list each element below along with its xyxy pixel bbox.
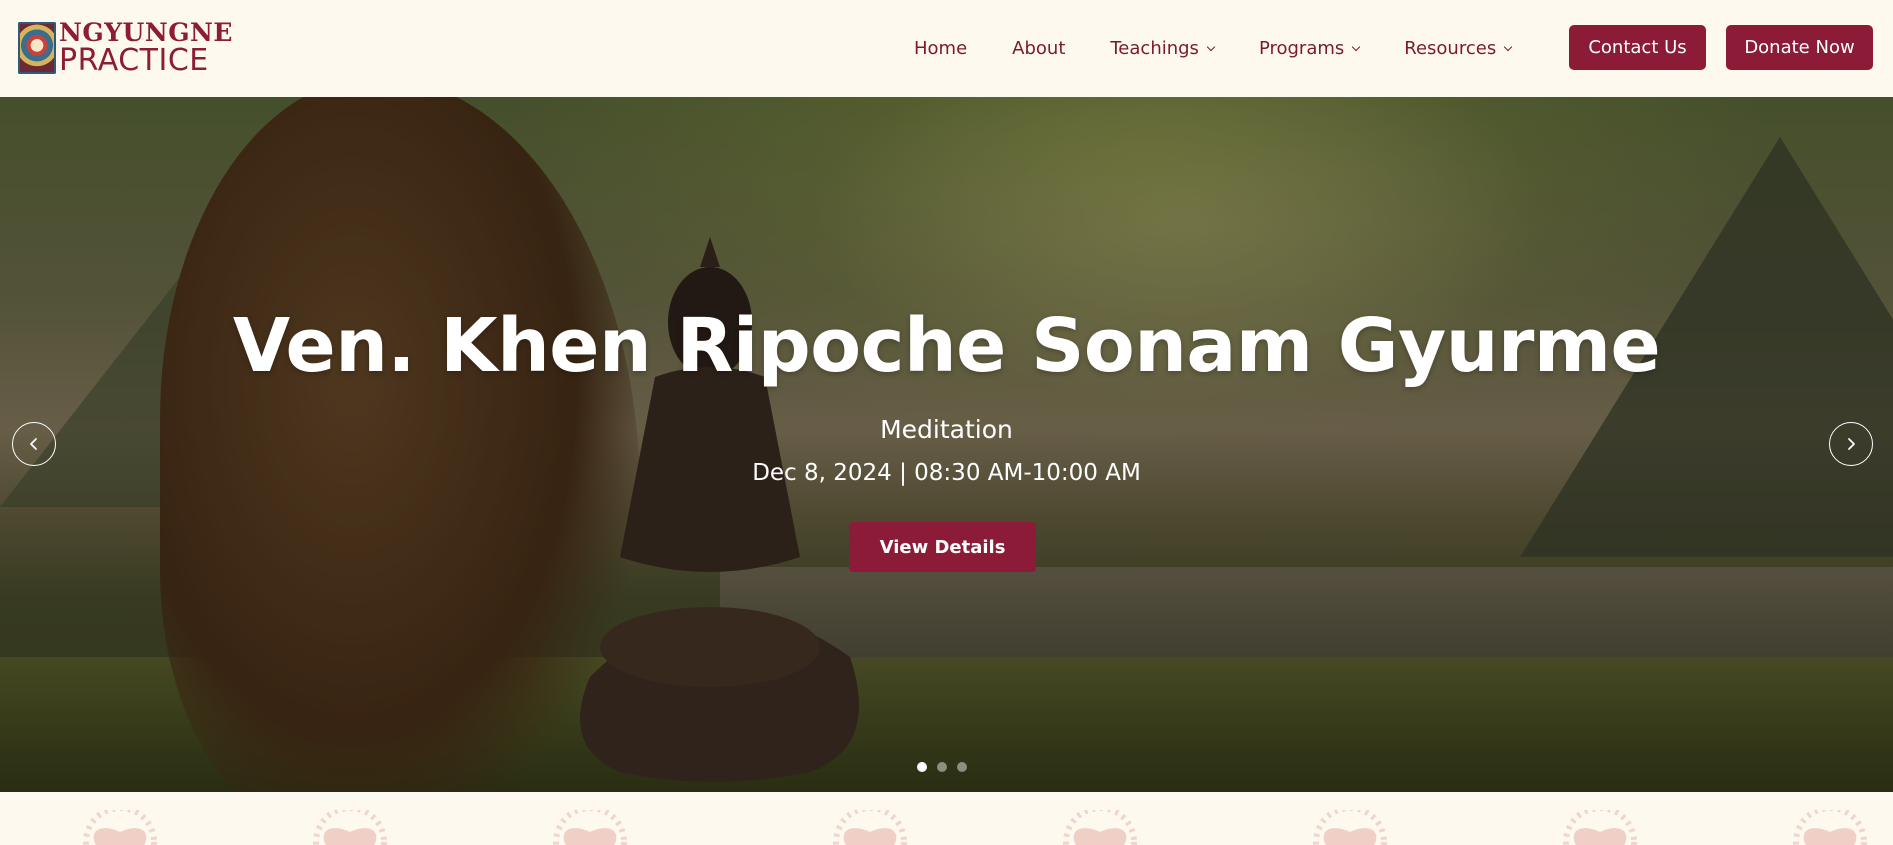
nav-item-label: Programs <box>1258 38 1345 59</box>
slider-dots <box>917 762 977 772</box>
lotus-heart-motif-icon <box>83 810 157 845</box>
nav-item-label: Resources <box>1404 38 1497 59</box>
hero-slider: Ven. Khen Ripoche Sonam Gyurme Meditatio… <box>0 97 1893 792</box>
nav-item-teachings[interactable]: Teachings <box>1110 38 1216 59</box>
lotus-heart-motif-icon <box>553 810 627 845</box>
site-header: NGYUNGNE PRACTICE Home About Teachings P… <box>0 0 1893 97</box>
lotus-heart-motif-icon <box>313 810 387 845</box>
slider-dot-3[interactable] <box>957 762 967 772</box>
slider-prev-button[interactable] <box>12 422 56 466</box>
slider-next-button[interactable] <box>1829 422 1873 466</box>
slider-dot-1[interactable] <box>917 762 927 772</box>
chevron-left-icon <box>30 438 37 450</box>
slider-dot-2[interactable] <box>937 762 947 772</box>
nav-item-label: Home <box>914 38 968 59</box>
view-details-button[interactable]: View Details <box>849 522 1036 572</box>
hero-subtitle: Meditation <box>880 415 1013 444</box>
lotus-heart-motif-icon <box>1313 810 1387 845</box>
logo-line-2: PRACTICE <box>59 43 209 78</box>
lotus-heart-motif-icon <box>833 810 907 845</box>
hero-date: Dec 8, 2024 | 08:30 AM-10:00 AM <box>752 460 1141 486</box>
nav-item-label: Teachings <box>1110 38 1199 59</box>
logo-emblem-icon <box>18 22 56 74</box>
lotus-heart-motif-icon <box>1063 810 1137 845</box>
decorative-pattern-strip <box>0 792 1893 845</box>
chevron-down-icon <box>1206 42 1216 52</box>
hero-overlay <box>0 97 1893 792</box>
logo-line-1: NGYUNGNE <box>59 18 233 47</box>
nav-item-resources[interactable]: Resources <box>1404 38 1513 59</box>
chevron-down-icon <box>1503 42 1513 52</box>
nav-item-label: About <box>1012 38 1066 59</box>
donate-now-button[interactable]: Donate Now <box>1726 25 1873 70</box>
logo-wordmark: NGYUNGNE PRACTICE <box>59 20 233 76</box>
nav-item-about[interactable]: About <box>1012 38 1065 59</box>
lotus-heart-motif-icon <box>1793 810 1867 845</box>
lotus-heart-motif-icon <box>1563 810 1637 845</box>
main-nav: Home About Teachings Programs Resources <box>914 0 1513 97</box>
chevron-right-icon <box>1848 438 1855 450</box>
contact-us-button[interactable]: Contact Us <box>1569 25 1706 70</box>
nav-item-programs[interactable]: Programs <box>1258 38 1361 59</box>
chevron-down-icon <box>1352 42 1361 52</box>
site-logo[interactable]: NGYUNGNE PRACTICE <box>18 20 233 76</box>
hero-title: Ven. Khen Ripoche Sonam Gyurme <box>232 303 1661 389</box>
nav-item-home[interactable]: Home <box>914 38 967 59</box>
